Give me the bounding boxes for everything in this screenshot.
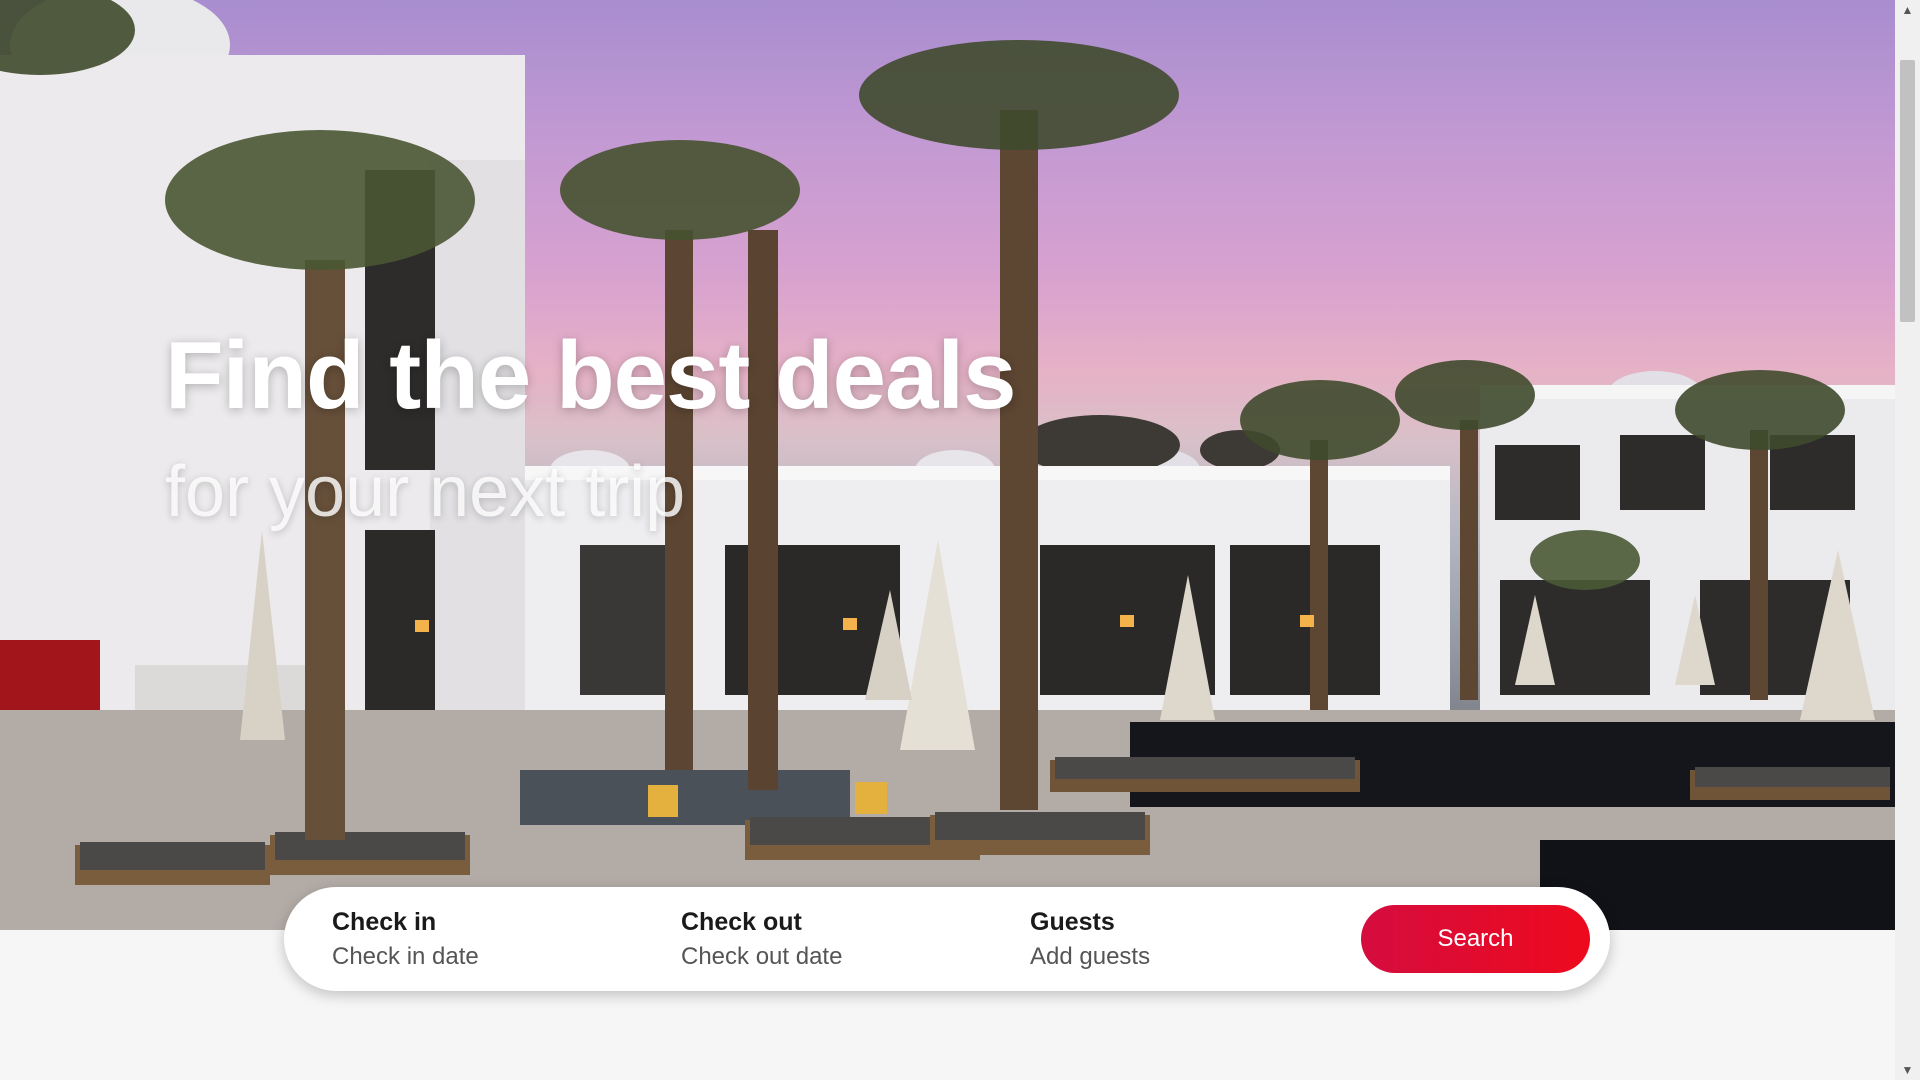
guests-value: Add guests <box>1030 943 1151 970</box>
checkout-label: Check out <box>681 908 802 936</box>
vertical-scrollbar[interactable]: ▲ ▼ <box>1895 0 1920 1080</box>
checkin-field[interactable]: Check in Check in date <box>332 905 479 975</box>
scroll-up-icon[interactable]: ▲ <box>1895 0 1920 20</box>
search-bar: Check in Check in date Check out Check o… <box>284 887 1610 991</box>
scrollbar-thumb[interactable] <box>1900 60 1915 322</box>
checkin-label: Check in <box>332 908 437 936</box>
hero-banner: Find the best deals for your next trip <box>0 0 1895 930</box>
search-button[interactable]: Search <box>1361 905 1590 973</box>
guests-field[interactable]: Guests Add guests <box>1030 905 1150 975</box>
checkin-value: Check in date <box>332 943 479 970</box>
checkout-value: Check out date <box>681 943 843 970</box>
checkout-field[interactable]: Check out Check out date <box>681 905 842 975</box>
guests-label: Guests <box>1030 908 1115 936</box>
hero-subheadline: for your next trip <box>165 452 686 532</box>
scroll-down-icon[interactable]: ▼ <box>1895 1060 1920 1080</box>
hero-headline: Find the best deals <box>165 322 1016 429</box>
